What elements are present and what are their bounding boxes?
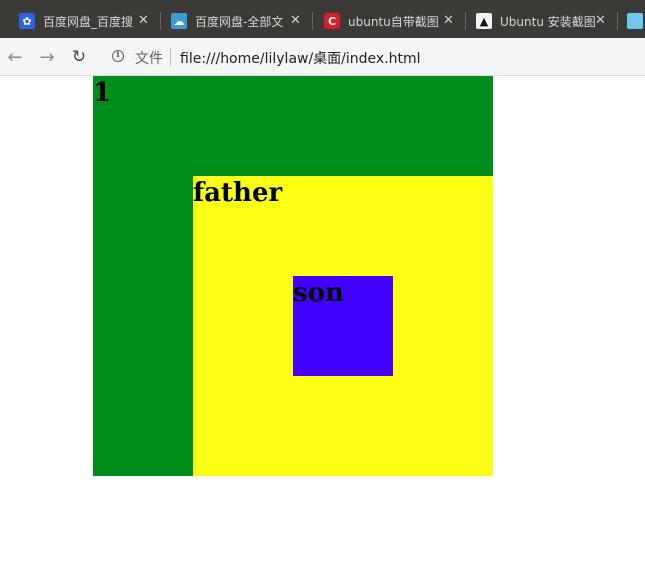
father-label: father: [193, 178, 283, 208]
tab-baidu-search[interactable]: ✿ 百度网盘_百度搜 ✕: [0, 4, 160, 38]
reload-button[interactable]: ↻: [68, 46, 90, 68]
box-1-label: 1: [93, 78, 112, 108]
tab-ubuntu-install[interactable]: ▲ Ubuntu 安装截图 ✕: [457, 4, 617, 38]
back-button[interactable]: ←: [4, 46, 26, 68]
son-label: son: [293, 278, 344, 308]
tab-title: ubuntu自带截图: [348, 14, 439, 29]
tab-strip: ✿ 百度网盘_百度搜 ✕ ☁ 百度网盘-全部文 ✕ C ubuntu自带截图 ✕…: [0, 0, 645, 38]
info-icon[interactable]: i: [112, 50, 124, 62]
csdn-icon: C: [324, 13, 340, 29]
father-box: father son: [193, 176, 493, 476]
scheme-label[interactable]: 文件: [135, 48, 163, 68]
tab-ubuntu-screenshot[interactable]: C ubuntu自带截图 ✕: [305, 4, 465, 38]
tab-title: 百度网盘-全部文: [195, 14, 284, 29]
address-bar[interactable]: file:///home/lilylaw/桌面/index.html: [180, 48, 421, 68]
baidu-paw-icon: ✿: [19, 13, 35, 29]
omnibox-divider: [170, 48, 171, 66]
close-icon[interactable]: ✕: [443, 13, 454, 28]
browser-toolbar: ← → ↻ i 文件 file:///home/lilylaw/桌面/index…: [0, 38, 645, 76]
close-icon[interactable]: ✕: [138, 13, 149, 28]
close-icon[interactable]: ✕: [595, 13, 606, 28]
baidu-netdisk-icon: ☁: [171, 13, 187, 29]
son-box: son: [293, 276, 393, 376]
linux-tux-icon: ▲: [476, 13, 492, 29]
bird-icon: [627, 13, 643, 29]
tab-title: Ubuntu 安装截图: [500, 14, 596, 29]
box-1: 1 father son: [93, 76, 493, 476]
page-content: 1 father son: [0, 76, 645, 572]
close-icon[interactable]: ✕: [290, 13, 301, 28]
tab-partial[interactable]: [608, 4, 645, 38]
forward-button[interactable]: →: [36, 46, 58, 68]
tab-baidu-netdisk[interactable]: ☁ 百度网盘-全部文 ✕: [152, 4, 312, 38]
tab-title: 百度网盘_百度搜: [43, 14, 134, 29]
